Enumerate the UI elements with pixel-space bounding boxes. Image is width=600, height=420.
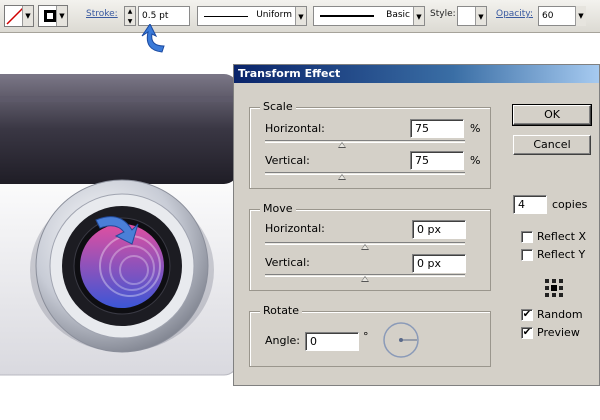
style-label: Style: [430,9,456,19]
scale-vertical-slider-thumb[interactable] [338,174,346,180]
preview-label[interactable]: Preview [537,326,580,339]
move-vertical-input[interactable]: 0 px [412,254,466,273]
move-horizontal-slider-thumb[interactable] [361,244,369,250]
ref-point[interactable] [559,279,563,283]
scale-horizontal-unit: % [470,122,481,135]
ref-point[interactable] [545,279,549,283]
pointer-arrow-icon [141,24,165,53]
rotate-group-label: Rotate [260,304,303,317]
scale-vertical-label: Vertical: [265,154,310,167]
scale-horizontal-slider[interactable] [265,140,465,143]
spin-up-icon[interactable]: ▲ [125,7,135,17]
stroke-weight-input[interactable]: 0.5 pt [138,6,190,26]
random-checkbox[interactable]: ✔ [521,309,533,321]
move-group: Move Horizontal: 0 px Vertical: 0 px [249,202,491,291]
rotate-group: Rotate Angle: 0 ° [249,304,491,367]
ref-point[interactable] [545,286,549,290]
stroke-label[interactable]: Stroke: [86,9,118,19]
reflect-x-label[interactable]: Reflect X [537,230,586,243]
profile-line-icon [204,16,248,17]
brush-line-icon [320,15,374,17]
angle-input[interactable]: 0 [305,332,359,351]
ref-point[interactable] [545,293,549,297]
scale-horizontal-input[interactable]: 75 [410,119,464,138]
camera-artwork [0,74,239,376]
scale-horizontal-slider-thumb[interactable] [338,142,346,148]
chevron-down-icon[interactable]: ▼ [575,6,586,26]
ref-point[interactable] [552,279,556,283]
preview-checkbox[interactable]: ✔ [521,327,533,339]
graphic-style-select[interactable]: ▼ [457,6,487,26]
brush-value: Basic [386,10,410,20]
scale-vertical-slider[interactable] [265,172,465,175]
scale-group: Scale Horizontal: 75 % Vertical: 75 % [249,100,491,189]
scale-group-label: Scale [260,100,296,113]
variable-width-profile-select[interactable]: Uniform ▼ [197,6,307,26]
reference-point-locator[interactable] [545,279,563,297]
copies-input[interactable]: 4 [513,195,547,214]
scale-vertical-input[interactable]: 75 [410,151,464,170]
chevron-down-icon[interactable]: ▼ [22,6,33,26]
opacity-label[interactable]: Opacity: [496,9,533,19]
dialog-title: Transform Effect [238,67,341,80]
move-vertical-slider-thumb[interactable] [361,276,369,282]
ref-point[interactable] [559,293,563,297]
move-vertical-label: Vertical: [265,256,310,269]
brush-definition-select[interactable]: Basic ▼ [313,6,425,26]
profile-value: Uniform [256,10,292,20]
fill-swatch[interactable]: ▼ [4,5,34,27]
dialog-titlebar[interactable]: Transform Effect [234,65,599,83]
move-horizontal-label: Horizontal: [265,222,325,235]
ref-point-selected[interactable] [551,285,557,291]
chevron-down-icon[interactable]: ▼ [413,7,424,25]
opacity-dropdown[interactable]: ▼ [575,6,586,26]
angle-dial-icon[interactable] [382,321,420,359]
scale-horizontal-label: Horizontal: [265,122,325,135]
stroke-square-icon [44,10,56,22]
move-group-label: Move [260,202,296,215]
control-panel: ▼ ▼ Stroke: ▲ ▼ 0.5 pt Uniform ▼ Basic ▼… [0,0,600,33]
copies-label: copies [552,198,588,211]
stroke-weight-stepper[interactable]: ▲ ▼ [124,6,136,26]
scale-vertical-unit: % [470,154,481,167]
chevron-down-icon[interactable]: ▼ [295,7,306,25]
angle-label: Angle: [265,334,301,347]
reflect-y-checkbox[interactable] [521,249,533,261]
chevron-down-icon[interactable]: ▼ [56,6,67,26]
random-label[interactable]: Random [537,308,583,321]
ok-button[interactable]: OK [512,104,592,126]
angle-unit: ° [363,330,369,343]
move-horizontal-input[interactable]: 0 px [412,220,466,239]
chevron-down-icon[interactable]: ▼ [475,7,486,25]
ref-point[interactable] [552,293,556,297]
ref-point[interactable] [559,286,563,290]
reflect-x-checkbox[interactable] [521,231,533,243]
transform-effect-dialog: Transform Effect Scale Horizontal: 75 % … [233,64,600,386]
reflect-y-label[interactable]: Reflect Y [537,248,585,261]
cancel-button[interactable]: Cancel [513,135,591,155]
stroke-swatch[interactable]: ▼ [38,5,68,27]
